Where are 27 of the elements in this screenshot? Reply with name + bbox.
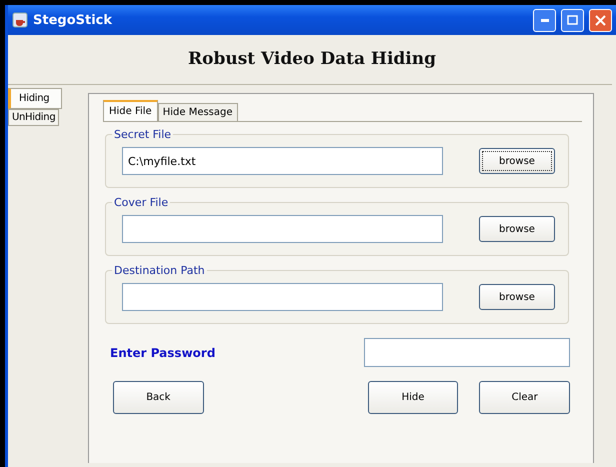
path-field[interactable] xyxy=(122,215,443,243)
side-tab[interactable]: Hiding xyxy=(8,88,62,109)
path-field[interactable] xyxy=(122,283,443,311)
action-button[interactable]: Clear xyxy=(479,381,570,414)
maximize-icon xyxy=(567,15,578,25)
action-button[interactable]: Hide xyxy=(368,381,458,414)
close-button[interactable] xyxy=(589,8,612,32)
action-button[interactable]: Back xyxy=(113,381,204,414)
app-heading: Robust Video Data Hiding xyxy=(186,48,438,71)
coffee-cup-icon xyxy=(12,12,28,28)
tab[interactable]: Hide Message xyxy=(158,103,238,121)
password-label: Enter Password xyxy=(110,346,216,360)
browse-button[interactable]: browse xyxy=(479,284,555,310)
side-tab[interactable]: UnHiding xyxy=(8,109,60,126)
browse-button[interactable]: browse xyxy=(479,148,555,174)
path-field[interactable]: C:\myfile.txt xyxy=(122,147,443,175)
minimize-icon xyxy=(540,18,548,22)
window-title: StegoStick xyxy=(33,12,114,28)
group-title: Destination Path xyxy=(113,264,206,277)
group-title: Cover File xyxy=(113,196,170,209)
group-title: Secret File xyxy=(113,128,172,141)
maximize-button[interactable] xyxy=(561,8,584,32)
password-field[interactable] xyxy=(364,338,570,367)
browse-button[interactable]: browse xyxy=(479,216,555,242)
minimize-button[interactable] xyxy=(533,8,556,32)
tab[interactable]: Hide File xyxy=(103,100,158,121)
close-icon xyxy=(595,14,606,26)
